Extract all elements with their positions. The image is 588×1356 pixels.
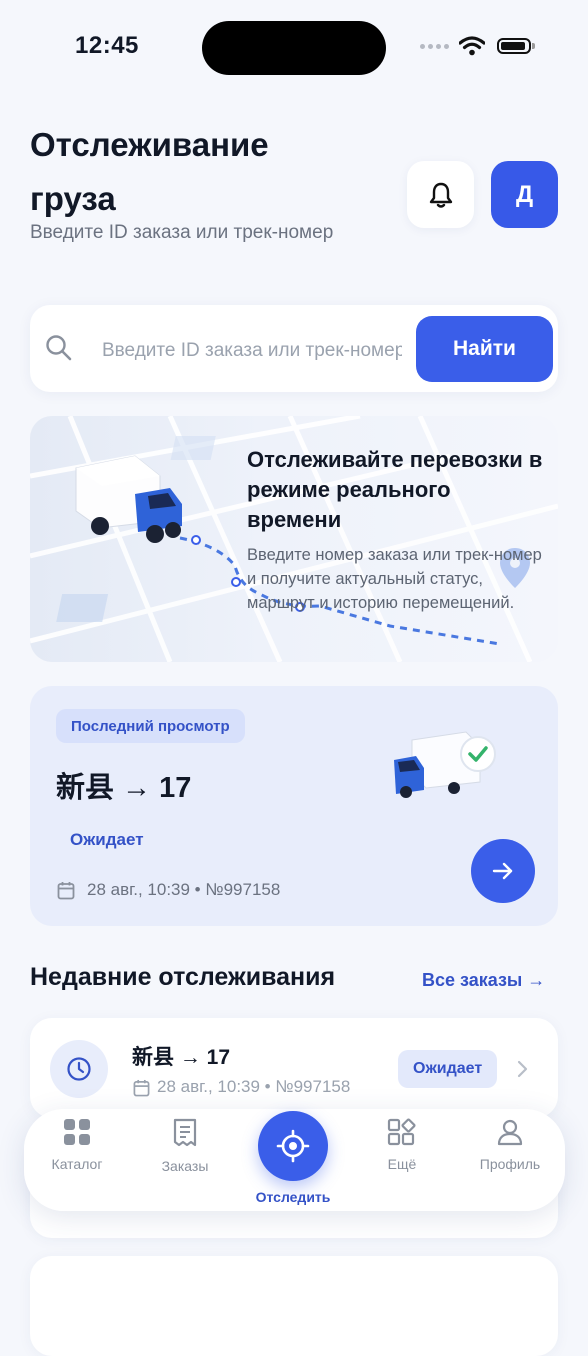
signal-icon <box>420 44 449 49</box>
grid-icon <box>64 1119 90 1145</box>
search-icon <box>46 335 72 361</box>
promo-title: Отслеживайте перевозки в режиме реальног… <box>247 447 543 532</box>
user-icon <box>497 1119 523 1146</box>
page-title: Отслеживание груза <box>30 126 269 217</box>
last-viewed-meta: 28 авг., 10:39 • №997158 <box>87 880 281 899</box>
open-order-button[interactable] <box>471 839 535 903</box>
nav-label: Ещё <box>387 1156 417 1172</box>
search-button[interactable]: Найти <box>416 316 553 382</box>
nav-more[interactable]: Ещё <box>352 1118 452 1172</box>
battery-icon <box>497 38 535 54</box>
recent-title: Недавние отслеживания <box>30 963 336 991</box>
chevron-right-icon <box>517 1060 528 1078</box>
nav-label[interactable]: Отследить <box>243 1189 343 1205</box>
recent-item-status: Ожидает <box>398 1050 498 1088</box>
calendar-icon <box>133 1079 150 1097</box>
nav-label: Заказы <box>161 1158 209 1174</box>
calendar-icon <box>57 882 75 900</box>
avatar[interactable]: Д <box>491 161 558 228</box>
last-viewed-status: Ожидает <box>70 830 144 849</box>
arrow-right-icon <box>492 862 513 880</box>
nav-profile[interactable]: Профиль <box>460 1118 560 1172</box>
recent-item-route: 新县 → 17 <box>132 1046 231 1069</box>
last-viewed-badge: Последний просмотр <box>56 709 245 743</box>
page-subtitle: Введите ID заказа или трек-номер <box>30 222 334 243</box>
status-time: 12:45 <box>75 32 139 59</box>
promo-text: Введите номер заказа или трек-номер и по… <box>247 546 542 612</box>
recent-item[interactable] <box>30 1256 558 1356</box>
all-orders-link[interactable]: Все заказы → <box>422 970 545 991</box>
last-viewed-route: 新县 → 17 <box>56 772 192 804</box>
clock-icon <box>50 1040 108 1098</box>
more-apps-icon <box>387 1118 416 1146</box>
wifi-icon <box>459 36 485 56</box>
bell-icon <box>429 182 452 208</box>
nav-orders[interactable]: Заказы <box>135 1118 235 1174</box>
receipt-icon <box>173 1118 197 1147</box>
nav-catalog[interactable]: Каталог <box>27 1118 127 1172</box>
nav-label: Профиль <box>479 1156 541 1172</box>
notifications-button[interactable] <box>407 161 474 228</box>
target-icon <box>276 1129 310 1163</box>
nav-label: Каталог <box>51 1156 103 1172</box>
nav-track-button[interactable] <box>258 1111 328 1181</box>
recent-item-meta: 28 авг., 10:39 • №997158 <box>157 1077 351 1096</box>
dynamic-island <box>202 21 386 75</box>
truck-check-illustration <box>394 731 496 798</box>
search-input[interactable] <box>100 330 404 372</box>
